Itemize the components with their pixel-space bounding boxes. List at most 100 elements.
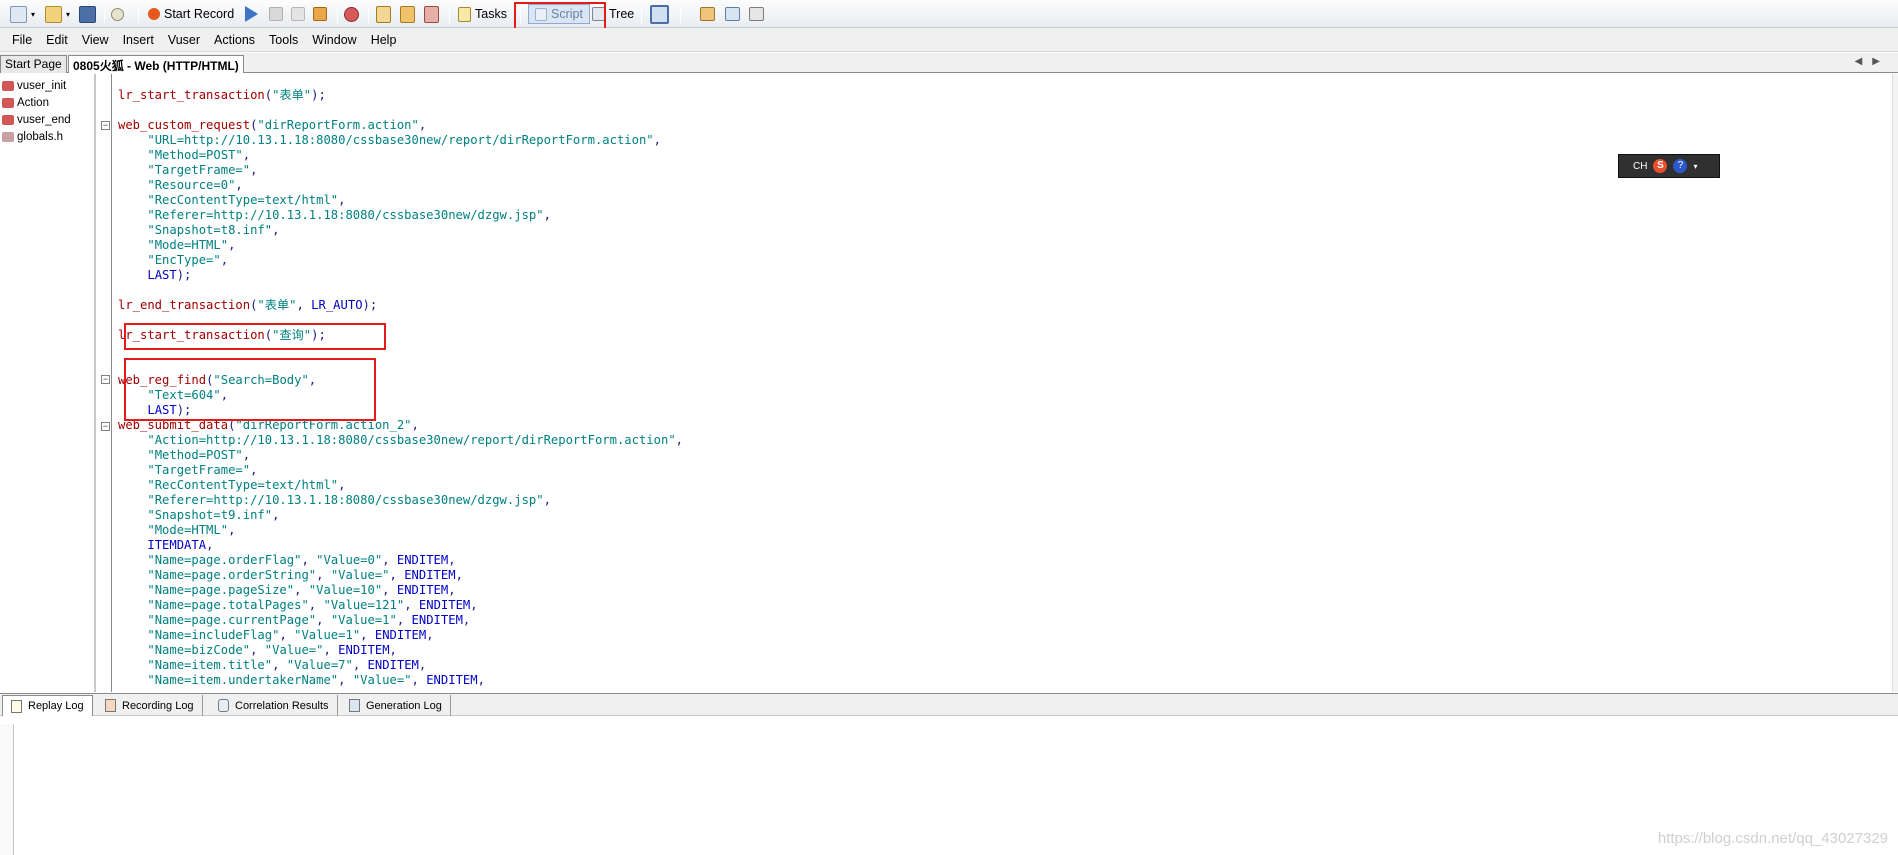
find-button[interactable] [111,3,124,25]
start-record-button[interactable]: Start Record [148,3,234,25]
tab-scroll-arrows[interactable]: ◀▶ [1855,56,1890,67]
tree-item-vuser-end[interactable]: vuser_end [2,112,71,128]
menu-actions[interactable]: Actions [207,33,262,47]
replay-log-icon [11,699,22,713]
breakpoint-button[interactable] [344,3,359,25]
pause-button[interactable] [291,3,305,25]
code-line: ITEMDATA, [147,538,214,552]
new-icon [10,5,27,23]
run-button[interactable] [245,3,258,25]
fold-toggle-icon[interactable]: − [101,422,110,431]
step-icon [313,7,327,21]
tasks-button[interactable]: Tasks [458,3,507,25]
menu-edit[interactable]: Edit [39,33,75,47]
transaction-start-button[interactable] [376,3,391,25]
output-window-button[interactable] [650,3,669,25]
script-tree: vuser_init Action vuser_end globals.h [0,74,96,692]
transaction-end-icon [400,5,415,23]
help-icon[interactable]: ? [1673,159,1688,173]
code-line: "Name=page.orderString", "Value=", ENDIT… [147,568,463,582]
recording-log-icon [105,699,116,712]
save-button[interactable] [79,3,96,25]
code-line: "Name=item.undertakerName", "Value=", EN… [147,673,485,687]
stop-button[interactable] [269,3,283,25]
code-line: "EncType=", [147,253,229,267]
fold-toggle-icon[interactable]: − [101,375,110,384]
tree-item-label: globals.h [17,131,64,143]
tab-recording-log[interactable]: Recording Log [97,695,203,716]
tab-label: Correlation Results [235,699,329,712]
toolbar-separator [138,5,139,23]
code-line: "RecContentType=text/html", [147,193,346,207]
code-line: "Resource=0", [147,178,243,192]
ime-toolbar[interactable]: CH S ? ▾ [1618,154,1720,178]
code-line: "Name=bizCode", "Value=", ENDITEM, [147,643,397,657]
windows-button[interactable] [749,3,764,25]
script-highlight-box [514,2,606,31]
code-line: "Snapshot=t9.inf", [147,508,280,522]
tab-correlation-results[interactable]: Correlation Results [210,695,338,716]
menu-bar: File Edit View Insert Vuser Actions Tool… [0,28,1898,52]
action-file-icon [2,115,14,125]
open-folder-icon [45,5,62,23]
menu-view[interactable]: View [75,33,116,47]
tasks-icon [458,6,471,22]
action-file-icon [2,98,14,108]
code-line: "TargetFrame=", [147,463,258,477]
stop-icon [269,7,283,21]
editor-scrollbar[interactable] [1892,74,1898,692]
fold-toggle-icon[interactable]: − [101,121,110,130]
toolbar-separator [449,5,450,23]
menu-insert[interactable]: Insert [116,33,161,47]
output-window-icon [650,4,669,24]
pause-icon [291,7,305,21]
new-script-button[interactable]: ▾ [10,3,35,25]
code-line: "Mode=HTML", [147,523,236,537]
toolbar-separator [680,5,681,23]
open-script-button[interactable]: ▾ [45,3,70,25]
start-record-label: Start Record [164,7,235,21]
chevron-down-icon[interactable]: ▾ [1693,162,1697,171]
tab-start-page[interactable]: Start Page [0,55,67,73]
tree-item-label: vuser_end [17,114,71,126]
menu-vuser[interactable]: Vuser [161,33,207,47]
step-button[interactable] [313,3,327,25]
tree-item-action[interactable]: Action [2,95,49,111]
code-line: "Name=page.pageSize", "Value=10", ENDITE… [147,583,456,597]
menu-file[interactable]: File [5,33,39,47]
tree-item-globals[interactable]: globals.h [2,129,63,145]
output-gutter [0,724,14,855]
menu-help[interactable]: Help [364,33,404,47]
transaction-start-icon [376,5,391,23]
toolbar-separator [641,5,642,23]
code-line: "Name=page.totalPages", "Value=121", END… [147,598,478,612]
transaction-end-button[interactable] [400,3,415,25]
compare-button[interactable] [700,3,715,25]
sogou-icon[interactable]: S [1653,159,1668,173]
code-line: "Name=page.orderFlag", "Value=0", ENDITE… [147,553,456,567]
dropdown-arrow-icon: ▾ [31,9,36,19]
code-line: "Referer=http://10.13.1.18:8080/cssbase3… [147,208,551,222]
code-line: "Method=POST", [147,448,251,462]
correlation-icon [218,699,229,712]
code-line: "Method=POST", [147,148,251,162]
document-tab-bar: Start Page 0805火狐 - Web (HTTP/HTML) ◀▶ [0,53,1898,73]
snapshot-button[interactable] [725,3,740,25]
code-line: lr_start_transaction("表单"); [118,88,326,102]
tab-generation-log[interactable]: Generation Log [341,695,451,716]
menu-window[interactable]: Window [305,33,363,47]
menu-tools[interactable]: Tools [262,33,305,47]
header-file-icon [2,132,14,142]
code-line: LAST); [147,268,192,282]
tree-item-vuser-init[interactable]: vuser_init [2,78,66,94]
tab-script[interactable]: 0805火狐 - Web (HTTP/HTML) [68,55,244,73]
code-line: "Name=item.title", "Value=7", ENDITEM, [147,658,427,672]
magnifier-icon [111,7,124,21]
record-icon [148,8,160,20]
tab-replay-log[interactable]: Replay Log [2,695,93,716]
tab-label: Replay Log [28,700,84,712]
generation-log-icon [349,699,360,712]
rendezvous-button[interactable] [424,3,439,25]
play-icon [245,6,258,22]
